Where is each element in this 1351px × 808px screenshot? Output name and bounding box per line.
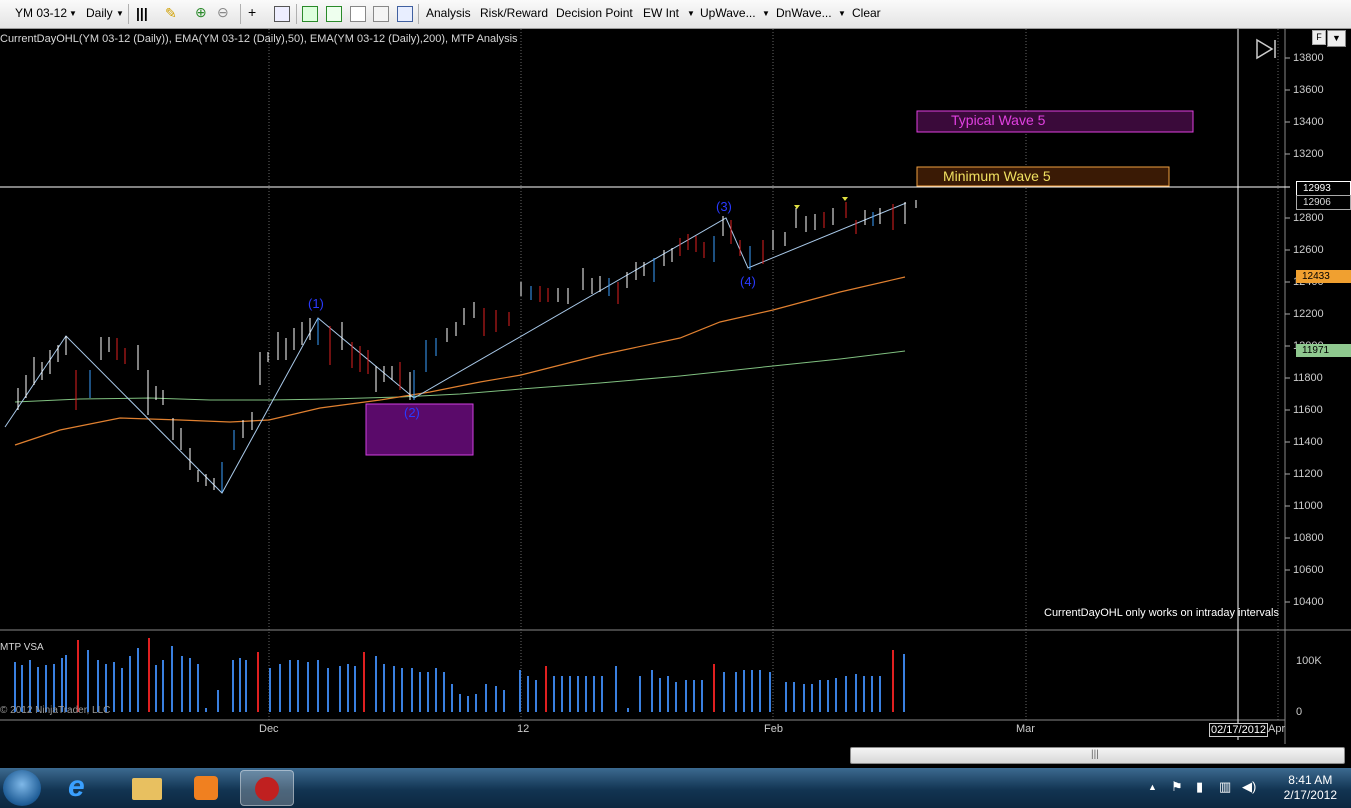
toolbar-separator [296,4,297,24]
price-tick: 12200 [1293,308,1324,320]
toolbar-separator [128,4,129,24]
zoom-in-icon[interactable]: ⊕ [195,4,211,20]
price-tick: 11400 [1293,436,1323,448]
menu-risk-reward[interactable]: Risk/Reward [480,6,548,20]
action-center-icon[interactable]: ⚑ [1171,779,1187,795]
price-axis-ticks [1285,57,1290,603]
menu-upwave[interactable]: UpWave... [700,6,756,20]
price-chart[interactable] [0,29,1351,744]
clock-date: 2/17/2012 [1283,788,1337,802]
candlestick-icon[interactable] [326,6,342,22]
instrument-dropdown-icon[interactable]: ▼ [69,9,77,18]
menu-decision-point[interactable]: Decision Point [556,6,633,20]
price-tick: 10800 [1293,532,1324,544]
toolbar: YM 03-12 ▼ Daily ▼ ||| ✎ ⊕ ⊖ + Analysis … [0,0,1351,29]
price-tick: 13400 [1293,116,1324,128]
wave-label-2: (2) [404,405,420,420]
ninjatrader-icon [255,777,279,801]
price-tick: 13200 [1293,148,1324,160]
clock-time: 8:41 AM [1288,773,1333,787]
horizontal-scrollbar[interactable]: ||| [0,744,1351,768]
menu-ew-int[interactable]: EW Int [643,6,679,20]
period-selector[interactable]: Daily [86,6,113,20]
volume-tick: 100K [1296,655,1322,667]
line-chart-icon[interactable] [350,6,366,22]
wave-label-3: (3) [716,199,732,214]
taskbar: e ▲ ⚑ ▮ ▥ ◀) 8:41 AM 2/17/2012 [0,768,1351,808]
signal-markers [794,197,848,209]
template-icon[interactable] [397,6,413,22]
price-tick: 13600 [1293,84,1324,96]
volume-bars [14,638,905,712]
date-tick: 12 [517,723,530,735]
volume-icon[interactable]: ◀) [1242,779,1258,795]
typical-wave5-label: Typical Wave 5 [951,112,1046,128]
price-tick: 11800 [1293,372,1323,384]
f-button[interactable]: F [1312,30,1326,45]
taskbar-explorer[interactable] [118,770,172,806]
volume-tick: 0 [1296,706,1303,718]
menu-dnwave[interactable]: DnWave... [776,6,832,20]
taskbar-ninjatrader[interactable] [240,770,294,806]
chart-style-icon[interactable] [302,6,318,22]
wave-label-1: (1) [308,296,324,311]
menu-analysis[interactable]: Analysis [426,6,471,20]
price-box-ema50: 12433 [1296,270,1351,283]
indicator-caption: CurrentDayOHL(YM 03-12 (Daily)), EMA(YM … [0,33,518,45]
folder-icon [132,778,162,800]
price-tick: 10400 [1293,596,1324,608]
media-player-icon [194,776,218,800]
vsa-panel-label: MTP VSA [0,642,44,653]
date-tick: Apr [1268,723,1286,735]
upwave-dropdown-icon[interactable]: ▼ [762,9,770,18]
toolbar-separator [418,4,419,24]
start-button[interactable] [3,770,41,806]
price-tick: 12600 [1293,244,1324,256]
scrollbar-grip-icon: ||| [1091,749,1099,760]
instrument-selector[interactable]: YM 03-12 [15,6,67,20]
play-forward-icon[interactable] [1256,38,1276,60]
internet-explorer-icon: e [68,770,85,803]
clock[interactable]: 8:41 AM 2/17/2012 [1284,773,1337,803]
data-box-icon[interactable] [274,6,290,22]
price-tick: 11200 [1293,468,1323,480]
date-tick: Feb [764,723,783,735]
scrollbar-thumb[interactable]: ||| [850,747,1345,764]
crosshair-icon[interactable]: + [248,4,264,20]
date-tick: Dec [259,723,279,735]
price-tick: 13800 [1293,52,1324,64]
date-cursor-box: 02/17/2012 [1209,723,1269,737]
properties-icon[interactable] [373,6,389,22]
period-dropdown-icon[interactable]: ▼ [116,9,124,18]
draw-pencil-icon[interactable]: ✎ [165,5,181,21]
price-tick: 10600 [1293,564,1324,576]
show-hidden-icons-icon[interactable]: ▲ [1148,782,1164,798]
price-tick: 11600 [1293,404,1323,416]
taskbar-internet-explorer[interactable]: e [58,770,112,806]
battery-icon[interactable]: ▮ [1196,779,1212,795]
network-icon[interactable]: ▥ [1219,779,1235,795]
taskbar-media-player[interactable] [178,770,232,806]
price-box-line: 12993 [1296,181,1351,196]
price-box-last: 12906 [1296,195,1351,210]
copyright: © 2012 NinjaTrader, LLC [0,705,111,716]
intraday-note: CurrentDayOHL only works on intraday int… [1044,607,1279,619]
menu-clear[interactable]: Clear [852,6,881,20]
price-tick: 11000 [1293,500,1323,512]
price-box-ema200: 11971 [1296,344,1351,357]
toolbar-separator [240,4,241,24]
scroll-down-icon[interactable]: ▼ [1327,30,1346,47]
bar-type-icon[interactable]: ||| [136,5,152,21]
price-tick: 12800 [1293,212,1324,224]
date-tick: Mar [1016,723,1035,735]
wave-label-4: (4) [740,274,756,289]
minimum-wave5-label: Minimum Wave 5 [943,168,1051,184]
zoom-out-icon[interactable]: ⊖ [217,4,233,20]
ew-int-dropdown-icon[interactable]: ▼ [687,9,695,18]
dnwave-dropdown-icon[interactable]: ▼ [838,9,846,18]
